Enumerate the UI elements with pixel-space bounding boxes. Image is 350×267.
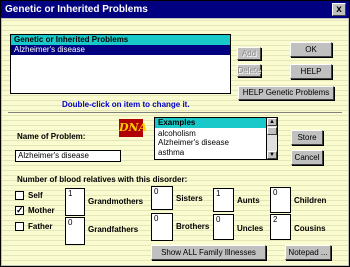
scroll-thumb[interactable] <box>267 127 277 135</box>
genetic-problems-window: Genetic or Inherited Problems x Genetic … <box>0 0 350 267</box>
sisters-label: Sisters <box>176 194 203 203</box>
aunts-count[interactable]: 1 <box>213 188 234 212</box>
problems-list-header: Genetic or Inherited Problems <box>11 35 230 45</box>
grandfathers-count[interactable]: 0 <box>65 217 85 245</box>
examples-listbox[interactable]: Examples alcoholism Alzheimer's disease … <box>154 117 278 160</box>
problem-name-input[interactable]: Alzheimer's disease <box>15 150 121 162</box>
examples-scrollbar[interactable]: ▲ ▼ <box>266 118 277 159</box>
store-button[interactable]: Store <box>291 130 323 145</box>
grandmothers-count[interactable]: 1 <box>65 188 85 216</box>
help-genetic-problems-button[interactable]: HELP Genetic Problems <box>238 86 334 100</box>
relatives-label: Number of blood relatives with this diso… <box>17 175 188 184</box>
brothers-label: Brothers <box>176 222 210 231</box>
list-item[interactable]: asthma <box>155 148 266 158</box>
self-checkbox[interactable] <box>15 191 24 200</box>
cousins-count[interactable]: 2 <box>270 214 291 240</box>
add-button[interactable]: Add <box>237 47 261 60</box>
sisters-count[interactable]: 0 <box>151 186 173 210</box>
grandfathers-label: Grandfathers <box>88 225 139 234</box>
window-title: Genetic or Inherited Problems <box>5 4 148 15</box>
notepad-button[interactable]: Notepad ... <box>285 245 331 260</box>
list-item[interactable]: Alzheimer's disease <box>11 45 230 55</box>
uncles-count[interactable]: 0 <box>213 214 234 240</box>
dna-logo: DNA <box>119 119 147 137</box>
children-count[interactable]: 0 <box>270 187 291 213</box>
list-item[interactable]: Alzheimer's disease <box>155 138 266 148</box>
mother-label[interactable]: Mother <box>28 206 55 215</box>
father-label[interactable]: Father <box>28 222 52 231</box>
help-button[interactable]: HELP <box>290 64 332 79</box>
self-label[interactable]: Self <box>28 191 43 200</box>
name-of-problem-label: Name of Problem: <box>17 132 86 141</box>
cousins-label: Cousins <box>294 224 326 233</box>
scroll-down-icon[interactable]: ▼ <box>267 151 277 159</box>
mother-checkbox[interactable]: ✓ <box>15 206 24 215</box>
section-divider <box>8 112 342 113</box>
double-click-hint: Double-click on item to change it. <box>62 100 190 109</box>
uncles-label: Uncles <box>237 224 264 233</box>
examples-list-header: Examples <box>155 118 266 128</box>
father-checkbox[interactable] <box>15 222 24 231</box>
children-label: Children <box>294 196 327 205</box>
grandmothers-label: Grandmothers <box>88 197 144 206</box>
show-all-family-illnesses-button[interactable]: Show ALL Family Illnesses <box>151 245 266 260</box>
ok-button[interactable]: OK <box>290 42 332 57</box>
brothers-count[interactable]: 0 <box>151 213 173 241</box>
aunts-label: Aunts <box>237 196 260 205</box>
problems-listbox[interactable]: Genetic or Inherited Problems Alzheimer'… <box>10 34 231 94</box>
dialog-body: Genetic or Inherited Problems Alzheimer'… <box>2 19 348 265</box>
close-icon[interactable]: x <box>332 3 346 16</box>
cancel-button[interactable]: Cancel <box>291 150 323 165</box>
scroll-up-icon[interactable]: ▲ <box>267 118 277 126</box>
delete-button[interactable]: Delete <box>237 64 261 77</box>
title-bar[interactable]: Genetic or Inherited Problems x <box>1 1 349 18</box>
